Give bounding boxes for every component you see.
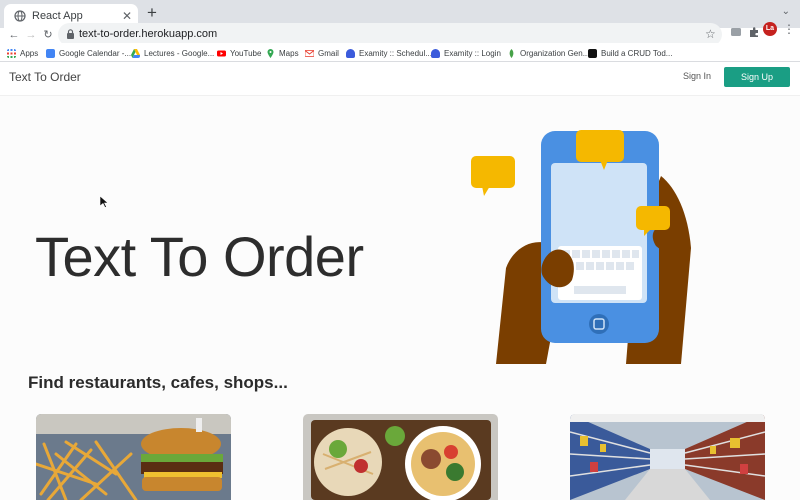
bookmark-label: Apps [20, 48, 39, 58]
chevron-down-icon[interactable]: ⌄ [782, 6, 790, 17]
section-title: Find restaurants, cafes, shops... [28, 373, 288, 392]
bookmark-maps[interactable]: Maps [266, 46, 299, 60]
bookmark-label: Examity :: Login [444, 48, 501, 58]
bookmark-apps[interactable]: Apps [7, 46, 38, 60]
bookmarks-bar: Apps Google Calendar -... Lectures - Goo… [0, 43, 800, 62]
bookmark-label: Maps [279, 48, 299, 58]
sign-in-link[interactable]: Sign In [683, 71, 711, 81]
app-navbar: Text To Order Sign In Sign Up [0, 62, 800, 96]
globe-icon [14, 10, 26, 22]
lock-icon [67, 29, 74, 39]
reload-button[interactable]: ↻ [41, 28, 55, 42]
lock-icon [431, 48, 440, 58]
close-tab-icon[interactable]: ✕ [122, 9, 132, 23]
noodle-bowls-image [303, 414, 498, 500]
bookmark-label: Build a CRUD Tod... [601, 48, 673, 58]
bookmark-examity-schedule[interactable]: Examity :: Schedul... [346, 46, 432, 60]
gmail-icon [305, 49, 314, 57]
bookmark-lectures[interactable]: Lectures - Google... [131, 46, 214, 60]
bookmark-label: Google Calendar -... [59, 48, 132, 58]
drive-icon [131, 48, 140, 58]
calendar-icon [46, 48, 55, 58]
restaurant-card[interactable] [36, 414, 231, 500]
profile-avatar[interactable]: La [763, 22, 777, 36]
forward-button[interactable]: → [24, 28, 38, 42]
apps-grid-icon [7, 48, 16, 58]
tab-title: React App [32, 10, 83, 22]
bookmark-gmail[interactable]: Gmail [305, 46, 339, 60]
mouse-cursor-icon [100, 196, 109, 208]
bookmark-youtube[interactable]: YouTube [217, 46, 261, 60]
bookmark-label: Gmail [318, 48, 339, 58]
speech-bubble-left [471, 156, 515, 196]
hero-section: Text To Order Find restaurants, cafes, s… [0, 96, 800, 500]
new-tab-button[interactable]: + [144, 4, 160, 21]
menu-kebab-icon[interactable]: ⋮ [783, 22, 795, 36]
bookmark-google-calendar[interactable]: Google Calendar -... [46, 46, 131, 60]
bookmark-label: Lectures - Google... [144, 48, 215, 58]
bookmark-label: Examity :: Schedul... [359, 48, 432, 58]
hero-title: Text To Order [35, 225, 364, 288]
lock-icon [346, 48, 355, 58]
youtube-icon [217, 50, 226, 56]
restaurant-card[interactable] [303, 414, 498, 500]
browser-toolbar: ← → ↻ text-to-order.herokuapp.com ☆ La ⋮ [0, 22, 800, 46]
sign-up-button[interactable]: Sign Up [724, 67, 790, 87]
back-button[interactable]: ← [7, 28, 21, 42]
bookmark-examity-login[interactable]: Examity :: Login [431, 46, 501, 60]
shop-card[interactable] [570, 414, 765, 500]
bookmark-label: Organization Gen... [520, 48, 590, 58]
leaf-icon [509, 48, 514, 58]
bookmark-organization[interactable]: Organization Gen... [507, 46, 589, 60]
maps-icon [267, 48, 274, 58]
phone-texting-illustration [471, 130, 691, 364]
home-button [589, 314, 609, 334]
bookmark-star-icon[interactable]: ☆ [705, 27, 716, 41]
extension-icon[interactable] [729, 25, 743, 39]
brand-link[interactable]: Text To Order [9, 70, 81, 84]
bookmark-crud-todo[interactable]: Build a CRUD Tod... [588, 46, 672, 60]
url-text: text-to-order.herokuapp.com [79, 28, 218, 40]
dev-icon [588, 48, 597, 58]
grocery-aisle-image [570, 414, 765, 500]
bookmark-label: YouTube [230, 48, 262, 58]
puzzle-icon[interactable] [747, 25, 761, 39]
burger-fries-image [36, 414, 231, 500]
